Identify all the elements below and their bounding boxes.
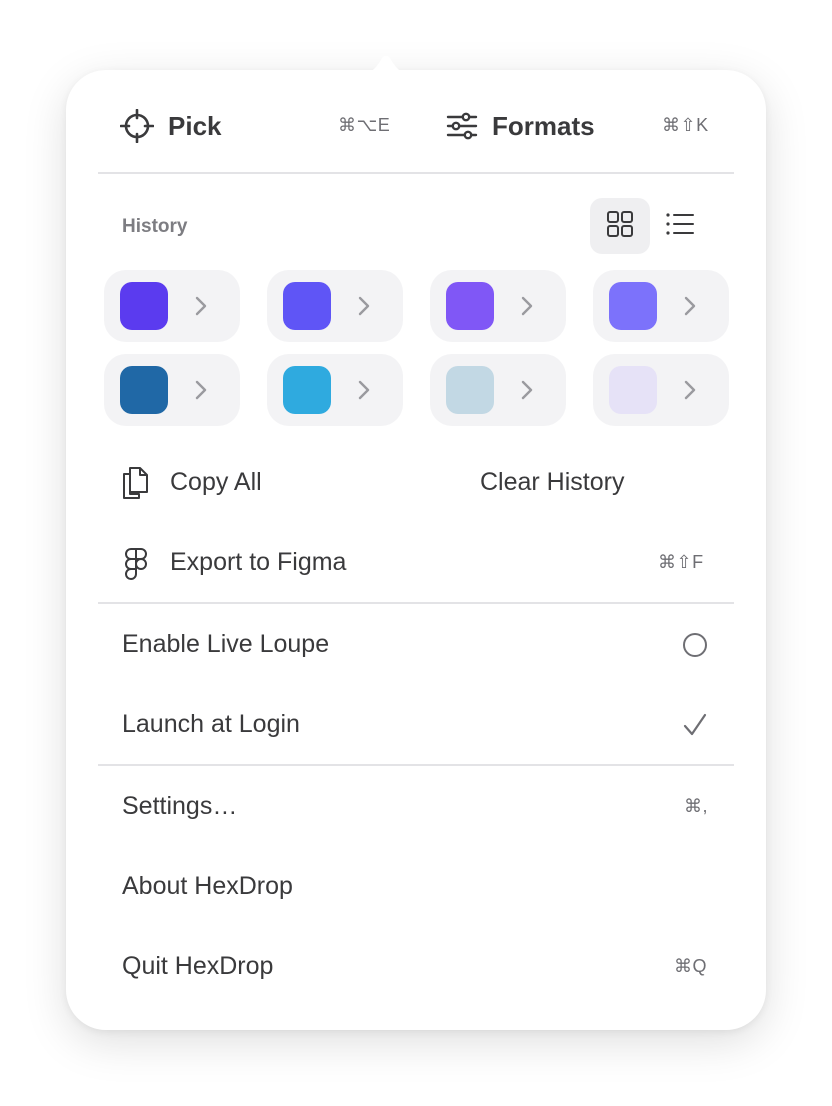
export-shortcut: ⌘⇧F bbox=[658, 552, 704, 572]
quit-item[interactable]: Quit HexDrop ⌘Q bbox=[98, 940, 734, 996]
history-swatch-card[interactable] bbox=[593, 270, 729, 342]
export-to-figma-label: Export to Figma bbox=[170, 548, 347, 576]
about-item[interactable]: About HexDrop bbox=[98, 860, 734, 916]
color-swatch bbox=[283, 366, 331, 414]
export-divider bbox=[98, 602, 734, 604]
color-swatch bbox=[120, 282, 168, 330]
formats-shortcut: ⌘⇧K bbox=[662, 115, 709, 135]
export-to-figma-button[interactable]: Export to Figma bbox=[120, 544, 680, 584]
history-swatch-card[interactable] bbox=[104, 354, 240, 426]
chevron-right-icon bbox=[683, 379, 697, 406]
color-swatch bbox=[283, 282, 331, 330]
header-divider bbox=[98, 172, 734, 174]
color-swatch bbox=[120, 366, 168, 414]
about-label: About HexDrop bbox=[122, 872, 293, 900]
color-swatch bbox=[446, 366, 494, 414]
toggles-divider bbox=[98, 764, 734, 766]
grid-icon bbox=[606, 210, 634, 243]
radio-off-icon bbox=[682, 632, 708, 663]
figma-icon bbox=[124, 547, 148, 586]
color-swatch bbox=[609, 366, 657, 414]
pick-shortcut: ⌘⌥E bbox=[338, 115, 391, 135]
sliders-icon bbox=[446, 112, 478, 140]
quit-shortcut: ⌘Q bbox=[674, 956, 708, 976]
clear-history-button[interactable]: Clear History bbox=[480, 468, 624, 497]
history-swatch-card[interactable] bbox=[430, 354, 566, 426]
chevron-right-icon bbox=[520, 379, 534, 406]
history-swatch-card[interactable] bbox=[593, 354, 729, 426]
color-swatch bbox=[446, 282, 494, 330]
settings-label: Settings… bbox=[122, 792, 238, 820]
chevron-right-icon bbox=[357, 295, 371, 322]
grid-view-toggle[interactable] bbox=[590, 198, 650, 254]
history-swatch-card[interactable] bbox=[267, 270, 403, 342]
formats-label: Formats bbox=[492, 110, 595, 141]
chevron-right-icon bbox=[683, 295, 697, 322]
copy-all-label: Copy All bbox=[170, 468, 262, 496]
copy-all-button[interactable]: Copy All bbox=[120, 464, 320, 504]
enable-live-loupe-item[interactable]: Enable Live Loupe bbox=[98, 618, 734, 674]
launch-at-login-item[interactable]: Launch at Login bbox=[98, 698, 734, 754]
list-icon bbox=[665, 211, 695, 242]
settings-item[interactable]: Settings… ⌘, bbox=[98, 780, 734, 836]
pick-button[interactable]: Pick bbox=[119, 106, 222, 146]
history-label: History bbox=[122, 216, 188, 237]
enable-live-loupe-label: Enable Live Loupe bbox=[122, 630, 330, 658]
crosshair-icon bbox=[119, 108, 155, 144]
chevron-right-icon bbox=[520, 295, 534, 322]
chevron-right-icon bbox=[194, 379, 208, 406]
popover-arrow bbox=[360, 55, 412, 74]
checkmark-icon bbox=[682, 712, 708, 743]
formats-button[interactable]: Formats bbox=[446, 106, 595, 146]
hexdrop-menu: Pick ⌘⌥E Formats ⌘⇧K History Copy All Cl… bbox=[66, 70, 766, 1030]
pick-label: Pick bbox=[168, 110, 222, 141]
color-swatch bbox=[609, 282, 657, 330]
history-swatch-card[interactable] bbox=[104, 270, 240, 342]
launch-at-login-label: Launch at Login bbox=[122, 710, 300, 738]
menubar-popover-stage: Pick ⌘⌥E Formats ⌘⇧K History Copy All Cl… bbox=[0, 0, 832, 1106]
history-swatch-grid bbox=[104, 270, 729, 426]
list-view-toggle[interactable] bbox=[652, 198, 708, 254]
chevron-right-icon bbox=[194, 295, 208, 322]
copy-documents-icon bbox=[120, 466, 150, 505]
history-swatch-card[interactable] bbox=[267, 354, 403, 426]
settings-shortcut: ⌘, bbox=[684, 796, 709, 816]
chevron-right-icon bbox=[357, 379, 371, 406]
quit-label: Quit HexDrop bbox=[122, 952, 274, 980]
history-swatch-card[interactable] bbox=[430, 270, 566, 342]
